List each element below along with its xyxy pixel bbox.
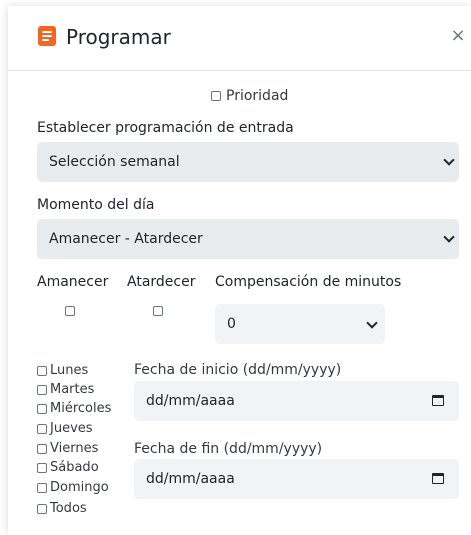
priority-label: Prioridad xyxy=(226,88,289,104)
day-checkbox[interactable] xyxy=(37,463,47,473)
time-of-day-value: Amanecer - Atardecer xyxy=(49,231,203,247)
day-checkbox[interactable] xyxy=(37,483,47,493)
close-button[interactable]: × xyxy=(450,24,466,48)
priority-checkbox[interactable] xyxy=(211,91,221,101)
chevron-down-icon xyxy=(443,154,455,166)
calendar-icon[interactable] xyxy=(432,473,444,484)
offset-minutes-select[interactable]: 0 xyxy=(215,304,385,344)
time-of-day-label: Momento del día xyxy=(37,197,155,213)
modal-title: Programar xyxy=(66,25,171,49)
start-date-input[interactable]: dd/mm/aaaa xyxy=(134,381,459,421)
end-date-input[interactable]: dd/mm/aaaa xyxy=(134,459,459,499)
chevron-down-icon xyxy=(366,317,378,329)
start-date-placeholder: dd/mm/aaaa xyxy=(146,393,235,409)
schedule-type-value: Selección semanal xyxy=(49,154,180,170)
day-label: Miércoles xyxy=(50,401,112,416)
sunrise-checkbox[interactable] xyxy=(65,306,75,316)
sunset-label: Atardecer xyxy=(127,274,196,290)
schedule-modal: Programar × Prioridad Establecer program… xyxy=(8,6,471,535)
day-label: Todos xyxy=(50,501,87,516)
schedule-type-label: Establecer programación de entrada xyxy=(37,120,294,136)
day-checkbox[interactable] xyxy=(37,444,47,454)
day-label: Jueves xyxy=(50,421,93,436)
start-date-label: Fecha de inicio (dd/mm/yyyy) xyxy=(134,362,342,378)
day-label: Lunes xyxy=(50,363,89,378)
day-checkbox[interactable] xyxy=(37,366,47,376)
day-label: Viernes xyxy=(50,441,99,456)
day-checkbox[interactable] xyxy=(37,404,47,414)
end-date-placeholder: dd/mm/aaaa xyxy=(146,471,235,487)
day-label: Domingo xyxy=(50,480,109,495)
day-label: Martes xyxy=(50,382,95,397)
calendar-icon xyxy=(38,26,56,46)
sunrise-label: Amanecer xyxy=(37,274,109,290)
day-label: Sábado xyxy=(50,460,99,475)
offset-minutes-value: 0 xyxy=(227,316,236,332)
day-checkbox[interactable] xyxy=(37,424,47,434)
schedule-type-select[interactable]: Selección semanal xyxy=(37,142,459,182)
modal-header: Programar × xyxy=(8,6,471,71)
day-checkbox[interactable] xyxy=(37,504,47,514)
day-checkbox[interactable] xyxy=(37,385,47,395)
end-date-label: Fecha de fin (dd/mm/yyyy) xyxy=(134,441,323,457)
offset-label: Compensación de minutos xyxy=(215,274,402,290)
calendar-icon[interactable] xyxy=(432,395,444,406)
sunset-checkbox[interactable] xyxy=(153,306,163,316)
chevron-down-icon xyxy=(443,231,455,243)
time-of-day-select[interactable]: Amanecer - Atardecer xyxy=(37,219,459,259)
